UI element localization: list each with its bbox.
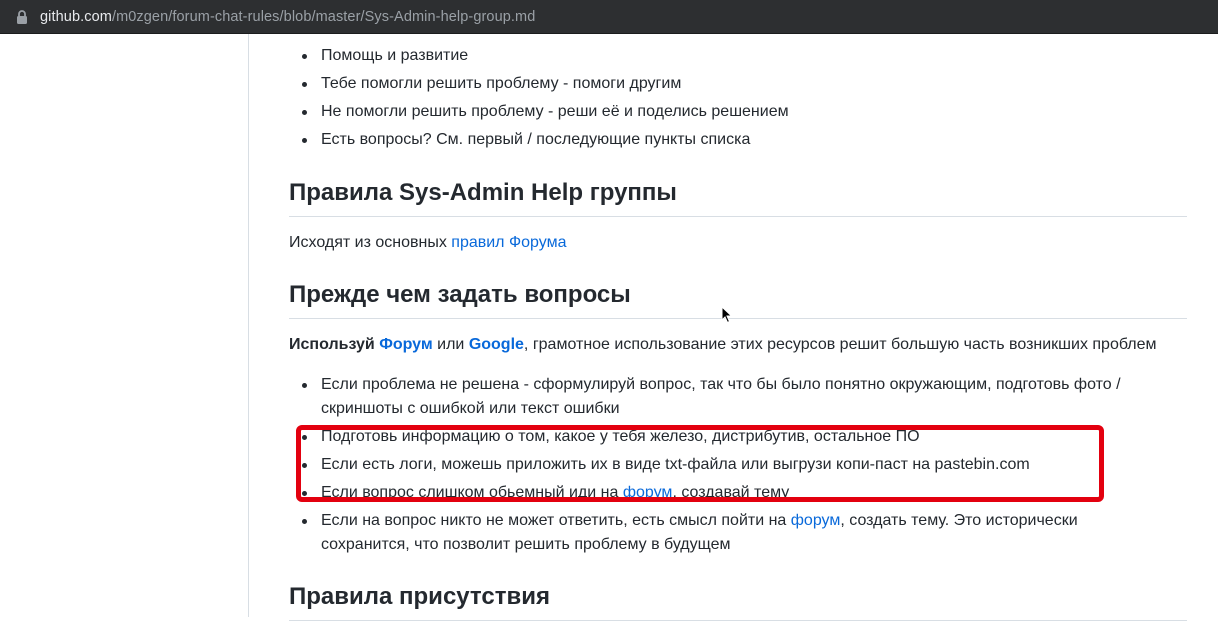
list-item: Если вопрос слишком обьемный иди на фору… (289, 481, 1121, 509)
list-item: Если проблема не решена - сформулируй во… (289, 373, 1121, 425)
item-line: Если проблема не решена - сформулируй во… (321, 376, 1121, 393)
forum-link-inline[interactable]: форум (791, 512, 841, 529)
url-text[interactable]: github.com/m0zgen/forum-chat-rules/blob/… (40, 8, 535, 26)
list-item: Есть вопросы? См. первый / последующие п… (289, 128, 789, 156)
url-path: /m0zgen/forum-chat-rules/blob/master/Sys… (111, 9, 536, 25)
mouse-cursor-icon (721, 306, 733, 324)
browser-address-bar[interactable]: github.com/m0zgen/forum-chat-rules/blob/… (0, 0, 1218, 34)
or-text: или (432, 336, 469, 353)
google-link[interactable]: Google (469, 336, 524, 353)
list-item: Подготовь информацию о том, какое у тебя… (289, 425, 1121, 453)
forum-rules-link[interactable]: правил Форума (451, 234, 566, 251)
item-line: скриншоты с ошибкой или текст ошибки (321, 400, 620, 417)
url-host: github.com (40, 9, 112, 25)
forum-link[interactable]: Форум (379, 336, 433, 353)
list-item: Тебе помогли решить проблему - помоги др… (289, 72, 789, 100)
list-item: Не помогли решить проблему - реши её и п… (289, 100, 789, 128)
item-text: Если вопрос слишком обьемный иди на (321, 484, 623, 501)
rules-origin-text: Исходят из основных правил Форума (289, 231, 566, 255)
use-rest: , грамотное использование этих ресурсов … (523, 336, 1157, 353)
list-item: Если есть логи, можешь приложить их в ви… (289, 453, 1121, 481)
lock-icon (17, 10, 27, 24)
list-item: Если на вопрос никто не может ответить, … (289, 509, 1121, 561)
heading-presence-rules: Правила присутствия (289, 582, 1187, 621)
item-line: сохранится, что позволит решить проблему… (321, 536, 731, 553)
sidebar-divider (248, 34, 249, 617)
item-text: , создать тему. Это исторически (840, 512, 1078, 529)
use-forum-text: Используй Форум или Google, грамотное ис… (289, 333, 1157, 357)
heading-before-asking: Прежде чем задать вопросы (289, 280, 1187, 319)
item-text: Если на вопрос никто не может ответить, … (321, 512, 791, 529)
rules-origin-prefix: Исходят из основных (289, 234, 452, 251)
use-bold: Используй (289, 336, 375, 353)
item-text: , создавай тему (672, 484, 790, 501)
heading-sys-admin-rules: Правила Sys-Admin Help группы (289, 178, 1187, 217)
intro-list: Помощь и развитие Тебе помогли решить пр… (289, 44, 789, 156)
list-item: Помощь и развитие (289, 44, 789, 72)
forum-link-inline[interactable]: форум (623, 484, 673, 501)
before-asking-list: Если проблема не решена - сформулируй во… (289, 373, 1121, 561)
